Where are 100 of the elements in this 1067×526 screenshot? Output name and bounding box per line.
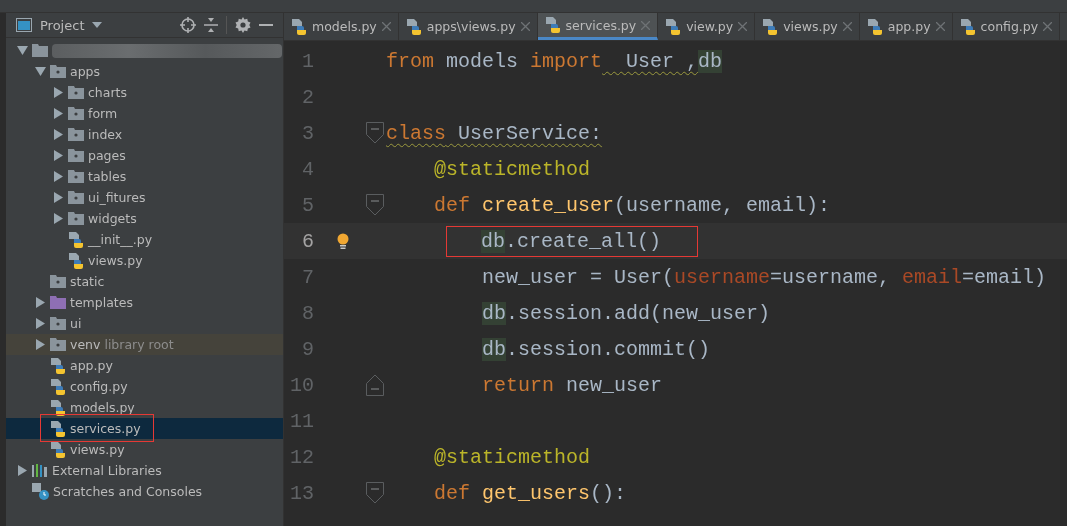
settings-icon[interactable]: [235, 17, 251, 33]
collapsed-arrow-icon[interactable]: [53, 108, 63, 119]
line-number: 1: [301, 49, 314, 73]
code-line: db.create_all(): [481, 229, 662, 253]
editor-tab[interactable]: apps\views.py: [398, 13, 538, 40]
project-view-icon: [16, 18, 32, 32]
collapsed-arrow-icon[interactable]: [53, 171, 63, 182]
close-icon[interactable]: [1043, 22, 1053, 31]
collapsed-arrow-icon[interactable]: [35, 318, 45, 329]
folder-icon: [68, 170, 84, 183]
folder-icon: [68, 212, 84, 225]
tree-item-label[interactable]: static: [70, 274, 105, 289]
collapsed-arrow-icon[interactable]: [35, 339, 45, 350]
folder-icon: [68, 107, 84, 120]
panel-title[interactable]: Project: [40, 17, 85, 33]
python-file-icon: [291, 18, 307, 35]
python-file-icon: [50, 441, 66, 458]
locate-icon[interactable]: [180, 17, 196, 33]
tree-item-label[interactable]: venv: [70, 337, 101, 352]
code-line: new_user = User(username=username, email=email): [482, 265, 1047, 289]
collapsed-arrow-icon[interactable]: [35, 297, 45, 308]
code-line: class UserService:: [386, 121, 603, 145]
tree-item-label[interactable]: charts: [88, 85, 127, 100]
close-icon[interactable]: [520, 22, 530, 31]
python-file-icon: [544, 17, 561, 33]
line-number: 7: [301, 265, 314, 289]
editor-tab[interactable]: config.py: [952, 13, 1061, 40]
line-number: 3: [301, 121, 314, 145]
tree-item-label[interactable]: apps: [70, 64, 101, 79]
lightbulb-icon[interactable]: [337, 233, 349, 249]
tree-item-label[interactable]: form: [88, 106, 118, 121]
python-file-icon: [68, 231, 84, 248]
tree-item-label[interactable]: index: [88, 127, 123, 142]
expanded-arrow-icon[interactable]: [34, 67, 46, 76]
editor-tab[interactable]: models.py: [284, 13, 399, 40]
close-icon[interactable]: [738, 22, 748, 31]
close-icon[interactable]: [842, 22, 852, 31]
line-number: 10: [289, 373, 314, 397]
code-line: from models import User ,db: [386, 49, 723, 73]
dropdown-caret-icon[interactable]: [92, 22, 103, 28]
tree-item-label[interactable]: Scratches and Consoles: [53, 484, 203, 499]
tree-item-label[interactable]: templates: [70, 295, 133, 310]
tree-item-label[interactable]: pages: [88, 148, 126, 163]
collapsed-arrow-icon[interactable]: [53, 129, 63, 140]
tree-item-label[interactable]: ui_fitures: [88, 190, 146, 205]
tree-item-label[interactable]: tables: [88, 169, 127, 184]
line-number: 12: [289, 445, 314, 469]
line-number: 8: [301, 301, 314, 325]
python-file-icon: [50, 357, 66, 374]
line-number: 4: [301, 157, 314, 181]
folder-icon: [68, 149, 84, 162]
code-line: @staticmethod: [434, 445, 591, 469]
line-number: 5: [301, 193, 314, 217]
folder-icon: [50, 275, 66, 288]
tree-item-label[interactable]: ui: [70, 316, 82, 331]
python-file-icon: [50, 399, 66, 416]
tree-item-label[interactable]: config.py: [70, 379, 128, 394]
line-number: 6: [301, 229, 314, 253]
python-file-icon: [665, 18, 682, 35]
code-line: return new_user: [482, 373, 663, 397]
editor-tab[interactable]: app.py: [859, 13, 953, 40]
collapsed-arrow-icon[interactable]: [17, 465, 27, 476]
expanded-arrow-icon[interactable]: [16, 46, 28, 55]
scratches-icon: [32, 483, 49, 500]
tree-item-label[interactable]: widgets: [88, 211, 137, 226]
tree-item-label[interactable]: app.py: [70, 358, 113, 373]
line-number: 9: [301, 337, 314, 361]
editor-tab[interactable]: views.py: [755, 13, 860, 40]
editor-tab[interactable]: services.py: [537, 13, 659, 40]
code-line: @staticmethod: [434, 157, 591, 181]
collapsed-arrow-icon[interactable]: [53, 150, 63, 161]
editor-tab[interactable]: view.py: [658, 13, 756, 40]
library-root-note: library root: [104, 337, 174, 352]
folder-icon: [68, 191, 84, 204]
python-file-icon: [959, 18, 976, 35]
tree-item-label[interactable]: External Libraries: [52, 463, 162, 478]
collapse-all-icon[interactable]: [204, 17, 218, 33]
folder-icon: [32, 44, 48, 57]
minimize-icon[interactable]: [259, 23, 273, 27]
collapsed-arrow-icon[interactable]: [53, 213, 63, 224]
tree-item-label[interactable]: models.py: [70, 400, 135, 415]
code-line: def get_users():: [434, 481, 627, 505]
python-file-icon: [68, 252, 84, 269]
close-icon[interactable]: [935, 22, 945, 31]
tree-item-label[interactable]: views.py: [70, 442, 125, 457]
collapsed-arrow-icon[interactable]: [53, 192, 63, 203]
tree-item-label[interactable]: services.py: [70, 421, 141, 436]
line-number: 11: [289, 409, 314, 433]
folder-icon: [50, 338, 66, 351]
python-file-icon: [50, 378, 66, 395]
folder-icon: [50, 296, 66, 309]
code-line: def create_user(username, email):: [434, 193, 831, 217]
python-file-icon: [866, 18, 883, 35]
tree-item-label[interactable]: __init__.py: [88, 232, 153, 247]
collapsed-arrow-icon[interactable]: [53, 87, 63, 98]
libraries-icon: [32, 464, 48, 477]
python-file-icon: [405, 18, 422, 35]
tree-item-label[interactable]: views.py: [88, 253, 143, 268]
close-icon[interactable]: [381, 22, 391, 31]
folder-icon: [50, 317, 66, 330]
